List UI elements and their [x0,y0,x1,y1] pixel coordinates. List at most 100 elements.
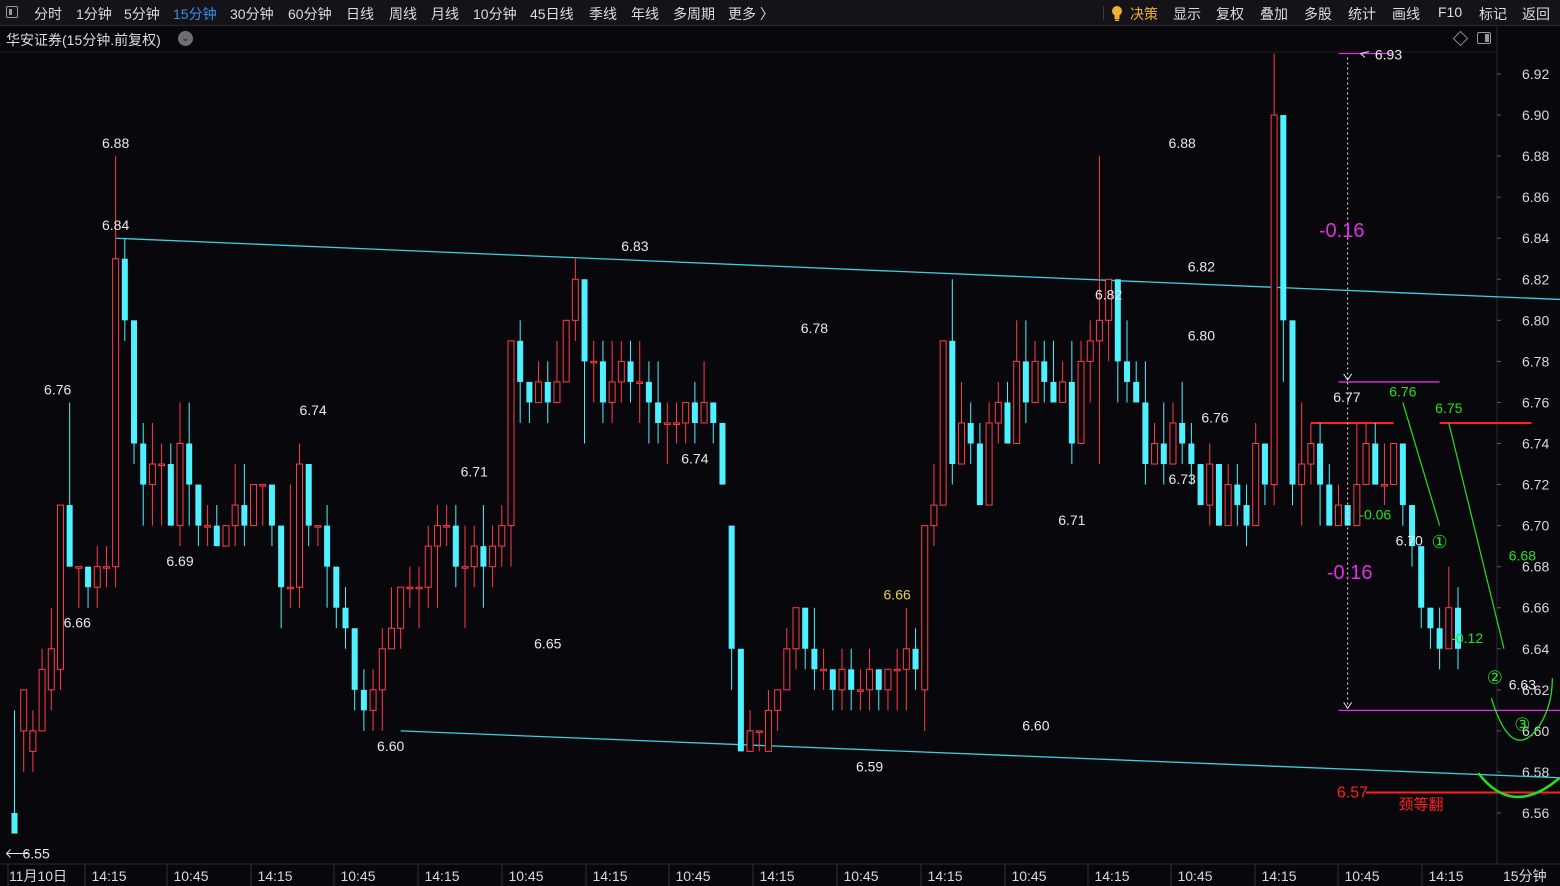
neck-text: 颈等翻 [1399,795,1444,813]
candle-body-down [655,402,662,423]
candle-body-down [1022,361,1029,403]
x-tick-label: 10:45 [173,868,208,884]
candle-body-up [231,504,239,527]
candle-body-down [278,525,285,588]
candle-body-down [811,648,818,670]
candle-body-down [1243,505,1250,526]
candle-body-down [645,381,652,403]
neck-price-label: 6.57 [1337,784,1368,801]
y-tick-label: 6.74 [1522,436,1549,452]
candle-body-down [1133,381,1140,403]
x-tick-label: 14:15 [91,868,126,884]
candle-body-up [1252,443,1260,527]
candle-body-down [581,279,588,362]
price-label: 6.82 [1188,258,1215,274]
price-label: 6.74 [681,451,708,467]
candle-body-up [1390,443,1398,486]
candle-body-down [949,340,956,465]
period-label[interactable]: 15分钟 [1503,866,1547,886]
candle-body-up [902,648,910,670]
candle-body-up [1206,463,1214,506]
candle-body-up [608,381,616,403]
candle-body-up [498,525,506,547]
x-tick-label: 10:45 [843,868,878,884]
price-label: 6.74 [299,402,326,418]
candle-body-up [985,422,993,506]
candle-body-up [1380,484,1388,487]
channel-lower-line [400,730,1560,779]
price-label: 6.65 [534,635,561,651]
price-label: 6.66 [64,615,91,631]
candle-body-down [1427,607,1434,629]
candle-body-up [1224,484,1232,527]
circled-number: ① [1432,532,1448,553]
price-label: 6.93 [1375,46,1402,62]
x-tick-label: 14:15 [759,868,794,884]
candle-body-up [746,730,754,752]
candle-body-up [424,545,432,588]
candle-body-up [507,340,515,527]
candle-body-down [1160,443,1167,465]
candle-body-up [461,566,469,569]
x-tick-label: 10:45 [675,868,710,884]
candle-body-up [1307,443,1315,465]
candle-body-down [710,402,717,423]
candle-body-down [167,464,174,526]
x-tick-label: 10:45 [340,868,375,884]
candle-body-down [342,607,349,629]
candles [11,53,1461,834]
candle-body-down [1418,546,1425,608]
candle-body-up [958,422,966,465]
candle-body-down [140,443,147,485]
candle-body-down [802,607,809,649]
candle-body-up [1059,381,1067,403]
candle-body-up [29,730,37,752]
candle-body-up [1151,443,1159,465]
candle-body-down [1068,381,1075,444]
candle-body-down [526,381,533,403]
green-label: -0.12 [1451,630,1483,646]
candle-body-up [884,668,892,691]
price-label: 6.77 [1333,389,1360,405]
candle-body-down [1188,443,1195,465]
price-label: 6.76 [44,381,71,397]
candle-body-up [921,525,929,691]
candle-body-up [1334,504,1342,527]
candle-body-down [627,361,634,382]
candle-body-down [480,546,487,567]
candle-body-up [250,484,258,527]
candle-body-up [1031,360,1039,403]
candle-body-up [1095,319,1103,342]
price-label: 6.59 [856,758,883,774]
candle-body-up [783,648,791,691]
price-label: 6.80 [1188,327,1215,343]
drop-text-top: -0.16 [1319,220,1365,242]
candle-body-down [121,258,128,321]
y-tick-label: 6.88 [1522,148,1549,164]
candle-body-up [47,648,55,691]
x-tick-label: 14:15 [1428,868,1463,884]
candle-body-up [93,566,101,588]
y-tick-label: 6.70 [1522,518,1549,534]
candle-body-down [1004,402,1011,444]
candle-body-down [195,484,202,526]
candle-body-up [470,545,478,568]
candle-body-up [866,668,874,691]
y-tick-label: 6.82 [1522,271,1549,287]
candle-body-up [939,340,947,506]
y-tick-label: 6.56 [1522,805,1549,821]
candle-body-up [148,463,156,486]
candle-body-up [553,381,561,403]
candle-body-up [259,484,267,487]
x-tick-label: 14:15 [592,868,627,884]
drop-arrowhead-mid [1343,373,1353,381]
candle-body-up [443,525,451,528]
candle-body-down [1326,484,1333,526]
x-tick-label: 14:15 [424,868,459,884]
candle-body-down [1050,381,1057,403]
y-tick-label: 6.66 [1522,600,1549,616]
candlestick-chart[interactable]: 6.566.586.606.626.646.666.686.706.726.74… [0,0,1560,886]
green-label: 6.75 [1435,400,1462,416]
price-label: 6.66 [884,587,911,603]
candle-body-down [829,669,836,690]
